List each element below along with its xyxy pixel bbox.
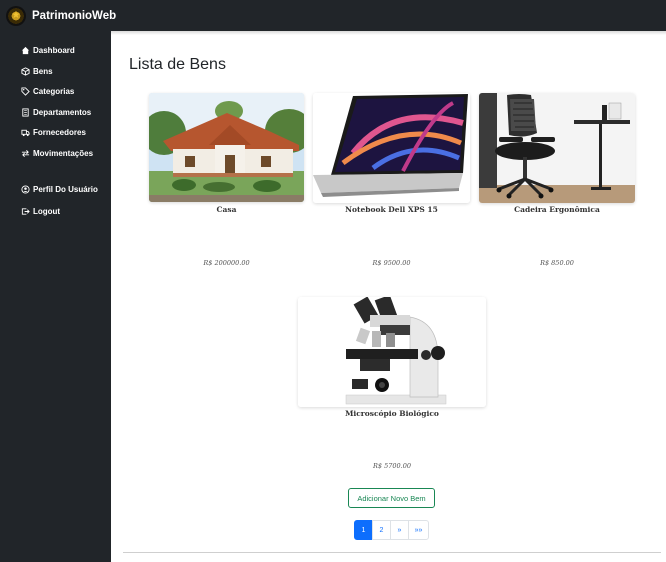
chair-photo	[479, 93, 635, 203]
next-page-button[interactable]: »	[390, 520, 409, 540]
microscope-photo	[298, 297, 486, 407]
item-name: Cadeira Ergonômica	[514, 205, 600, 214]
sidebar-item-label: Perfil Do Usuário	[33, 184, 98, 194]
sidebar-item-label: Fornecedores	[33, 127, 86, 137]
last-page-button[interactable]: »»	[408, 520, 429, 540]
sidebar-item-label: Logout	[33, 206, 61, 216]
page-1-button[interactable]: 1	[354, 520, 373, 540]
sidebar-item-movimentacoes[interactable]: Movimentações	[20, 148, 93, 158]
sidebar-item-fornecedores[interactable]: Fornecedores	[20, 127, 86, 137]
pagination: 1 2 » »»	[354, 520, 429, 540]
box-icon	[20, 66, 30, 76]
header-shadow	[111, 31, 666, 35]
page-2-button[interactable]: 2	[372, 520, 391, 540]
item-name: Casa	[216, 205, 237, 214]
item-card[interactable]: Cadeira Ergonômica R$ 850.00	[479, 93, 635, 273]
item-price: R$ 850.00	[540, 259, 574, 267]
house-photo	[149, 93, 304, 202]
item-card[interactable]: Casa R$ 200000.00	[149, 93, 304, 273]
item-card[interactable]: Notebook Dell XPS 15 R$ 9500.00	[313, 93, 470, 273]
laptop-photo	[313, 93, 470, 203]
sidebar-item-label: Bens	[33, 66, 53, 76]
sidebar-item-label: Departamentos	[33, 107, 92, 117]
item-card[interactable]: Microscópio Biológico R$ 5700.00	[298, 297, 486, 477]
top-navbar: ★ PatrimonioWeb	[0, 0, 666, 31]
sidebar-item-label: Movimentações	[33, 148, 94, 158]
main-content: Lista de Bens Casa R$ 200000.00 Notebook…	[111, 31, 666, 562]
logout-icon	[20, 206, 30, 216]
sidebar-item-dashboard[interactable]: Dashboard	[20, 45, 75, 55]
footer-divider	[123, 552, 661, 553]
truck-icon	[20, 127, 30, 137]
add-item-button[interactable]: Adicionar Novo Bem	[348, 488, 435, 508]
sidebar-item-perfil[interactable]: Perfil Do Usuário	[20, 184, 98, 194]
brand-name[interactable]: PatrimonioWeb	[32, 10, 116, 22]
home-icon	[20, 45, 30, 55]
sidebar-item-label: Categorias	[33, 86, 75, 96]
item-name: Notebook Dell XPS 15	[345, 205, 438, 214]
logo-icon[interactable]: ★	[6, 5, 26, 26]
sidebar-item-categorias[interactable]: Categorias	[20, 86, 74, 96]
item-name: Microscópio Biológico	[345, 409, 439, 418]
item-price: R$ 5700.00	[373, 462, 411, 470]
sidebar-item-bens[interactable]: Bens	[20, 66, 53, 76]
tag-icon	[20, 86, 30, 96]
building-icon	[20, 107, 30, 117]
user-circle-icon	[20, 184, 30, 194]
item-price: R$ 9500.00	[372, 259, 411, 267]
sidebar-item-label: Dashboard	[33, 45, 75, 55]
arrows-icon	[20, 148, 30, 158]
sidebar-item-logout[interactable]: Logout	[20, 206, 60, 216]
item-price: R$ 200000.00	[203, 259, 250, 267]
page-title: Lista de Bens	[129, 56, 226, 73]
sidebar-item-departamentos[interactable]: Departamentos	[20, 107, 91, 117]
sidebar: Dashboard Bens Categorias Departamentos …	[0, 31, 111, 562]
